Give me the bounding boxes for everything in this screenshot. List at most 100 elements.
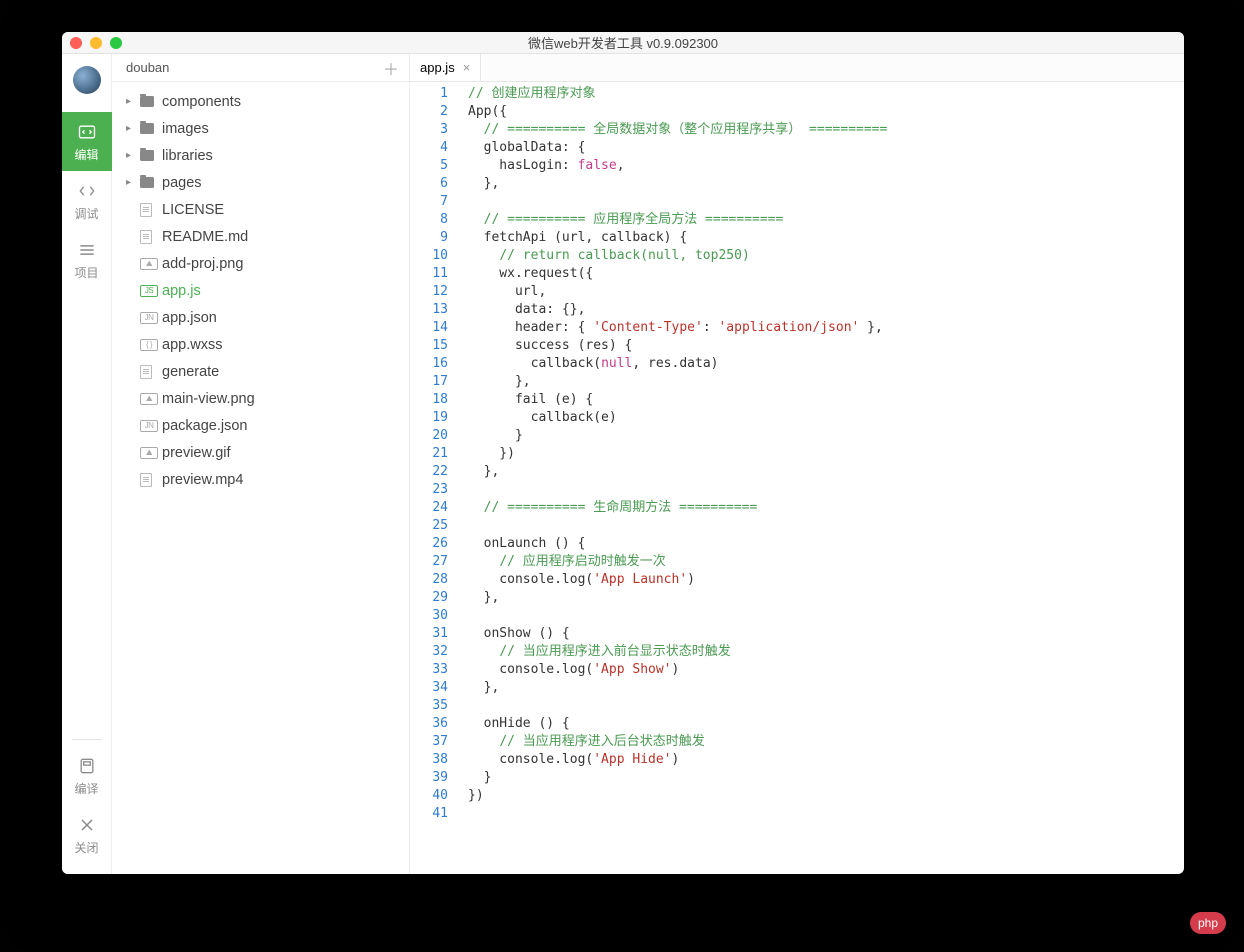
line-number: 6 bbox=[410, 175, 448, 193]
code-text[interactable]: // 创建应用程序对象App({ // ========== 全局数据对象（整个… bbox=[456, 82, 1184, 874]
code-line bbox=[468, 517, 1184, 535]
code-line: App({ bbox=[468, 103, 1184, 121]
tree-item-label: README.md bbox=[162, 229, 248, 245]
tree-item-label: components bbox=[162, 94, 241, 110]
file-type-icon: JS bbox=[140, 285, 162, 297]
tree-item-label: main-view.png bbox=[162, 391, 255, 407]
file-type-icon: { } bbox=[140, 339, 162, 351]
line-number: 34 bbox=[410, 679, 448, 697]
tree-item-label: generate bbox=[162, 364, 219, 380]
tab-close-button[interactable]: × bbox=[463, 60, 471, 75]
folder-icon bbox=[140, 150, 162, 161]
project-tab[interactable]: douban ＋ bbox=[112, 54, 409, 82]
caret-right-icon: ▸ bbox=[126, 177, 136, 188]
tree-file[interactable]: ⛰main-view.png bbox=[112, 385, 409, 412]
file-type-icon: JN bbox=[140, 420, 162, 432]
line-number: 16 bbox=[410, 355, 448, 373]
nav-project[interactable]: 项目 bbox=[62, 230, 112, 289]
nav-close-label: 关闭 bbox=[74, 841, 98, 855]
line-number: 7 bbox=[410, 193, 448, 211]
line-number: 2 bbox=[410, 103, 448, 121]
line-number: 23 bbox=[410, 481, 448, 499]
file-type-icon: ⛰ bbox=[140, 393, 162, 405]
project-name: douban bbox=[126, 60, 169, 75]
folder-icon bbox=[140, 123, 162, 134]
line-number: 27 bbox=[410, 553, 448, 571]
line-number: 25 bbox=[410, 517, 448, 535]
file-type-icon bbox=[140, 203, 162, 217]
app-window: 微信web开发者工具 v0.9.092300 编辑 调试 项目 bbox=[62, 32, 1184, 874]
tab-app-js[interactable]: app.js × bbox=[410, 54, 481, 81]
tree-item-label: LICENSE bbox=[162, 202, 224, 218]
line-number: 14 bbox=[410, 319, 448, 337]
tree-file[interactable]: ⛰add-proj.png bbox=[112, 250, 409, 277]
code-line: } bbox=[468, 769, 1184, 787]
line-gutter: 1234567891011121314151617181920212223242… bbox=[410, 82, 456, 874]
code-line: }, bbox=[468, 679, 1184, 697]
tree-item-label: app.json bbox=[162, 310, 217, 326]
code-line bbox=[468, 607, 1184, 625]
tree-folder[interactable]: ▸libraries bbox=[112, 142, 409, 169]
code-line: // 应用程序启动时触发一次 bbox=[468, 553, 1184, 571]
tree-file[interactable]: preview.mp4 bbox=[112, 466, 409, 493]
file-type-icon bbox=[140, 365, 162, 379]
line-number: 8 bbox=[410, 211, 448, 229]
tree-item-label: pages bbox=[162, 175, 202, 191]
line-number: 41 bbox=[410, 805, 448, 823]
tree-file[interactable]: JNpackage.json bbox=[112, 412, 409, 439]
nav-edit[interactable]: 编辑 bbox=[62, 112, 112, 171]
line-number: 26 bbox=[410, 535, 448, 553]
code-line: success (res) { bbox=[468, 337, 1184, 355]
tree-file[interactable]: LICENSE bbox=[112, 196, 409, 223]
tree-item-label: add-proj.png bbox=[162, 256, 243, 272]
tree-file[interactable]: JNapp.json bbox=[112, 304, 409, 331]
tree-item-label: images bbox=[162, 121, 209, 137]
line-number: 38 bbox=[410, 751, 448, 769]
caret-right-icon: ▸ bbox=[126, 150, 136, 161]
tree-file[interactable]: README.md bbox=[112, 223, 409, 250]
tree-file[interactable]: JSapp.js bbox=[112, 277, 409, 304]
code-line: fail (e) { bbox=[468, 391, 1184, 409]
code-line: wx.request({ bbox=[468, 265, 1184, 283]
php-watermark: php bbox=[1190, 912, 1226, 934]
code-line: hasLogin: false, bbox=[468, 157, 1184, 175]
code-line: console.log('App Launch') bbox=[468, 571, 1184, 589]
tree-folder[interactable]: ▸components bbox=[112, 88, 409, 115]
window-title: 微信web开发者工具 v0.9.092300 bbox=[62, 33, 1184, 52]
nav-compile[interactable]: 编译 bbox=[62, 746, 112, 805]
code-line: console.log('App Hide') bbox=[468, 751, 1184, 769]
line-number: 21 bbox=[410, 445, 448, 463]
editor-pane: app.js × 1234567891011121314151617181920… bbox=[410, 54, 1184, 874]
tree-folder[interactable]: ▸ pages bbox=[112, 169, 409, 196]
code-line: onHide () { bbox=[468, 715, 1184, 733]
code-line: onLaunch () { bbox=[468, 535, 1184, 553]
code-line: fetchApi (url, callback) { bbox=[468, 229, 1184, 247]
nav-debug[interactable]: 调试 bbox=[62, 171, 112, 230]
avatar[interactable] bbox=[73, 66, 101, 94]
menu-icon bbox=[62, 240, 112, 260]
code-line bbox=[468, 805, 1184, 823]
close-icon bbox=[62, 815, 112, 835]
line-number: 11 bbox=[410, 265, 448, 283]
file-type-icon: JN bbox=[140, 312, 162, 324]
titlebar: 微信web开发者工具 v0.9.092300 bbox=[62, 32, 1184, 54]
tree-folder[interactable]: ▸ images bbox=[112, 115, 409, 142]
caret-right-icon: ▸ bbox=[126, 123, 136, 134]
code-line: // ========== 全局数据对象（整个应用程序共享） =========… bbox=[468, 121, 1184, 139]
code-editor[interactable]: 1234567891011121314151617181920212223242… bbox=[410, 82, 1184, 874]
nav-close[interactable]: 关闭 bbox=[62, 805, 112, 864]
tree-item-label: preview.mp4 bbox=[162, 472, 243, 488]
code-icon bbox=[62, 122, 112, 142]
code-line: globalData: { bbox=[468, 139, 1184, 157]
line-number: 33 bbox=[410, 661, 448, 679]
line-number: 32 bbox=[410, 643, 448, 661]
tree-file[interactable]: { }app.wxss bbox=[112, 331, 409, 358]
code-line: }) bbox=[468, 445, 1184, 463]
code-line: } bbox=[468, 427, 1184, 445]
tree-file[interactable]: generate bbox=[112, 358, 409, 385]
tree-file[interactable]: ⛰preview.gif bbox=[112, 439, 409, 466]
code-line: }, bbox=[468, 175, 1184, 193]
tree-item-label: preview.gif bbox=[162, 445, 231, 461]
add-project-button[interactable]: ＋ bbox=[383, 56, 399, 80]
folder-icon bbox=[140, 96, 162, 107]
